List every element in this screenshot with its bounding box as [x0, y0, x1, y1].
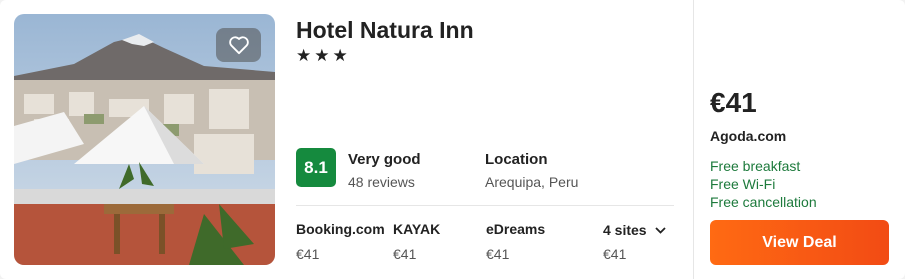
- rating-label: Very good: [348, 151, 421, 168]
- more-sites-toggle[interactable]: 4 sites: [603, 222, 666, 238]
- view-deal-button[interactable]: View Deal: [710, 220, 889, 265]
- location-label: Location: [485, 151, 548, 168]
- best-price: €41: [710, 87, 757, 118]
- site-name-booking[interactable]: Booking.com: [296, 221, 385, 237]
- favorite-button[interactable]: [216, 28, 261, 62]
- hotel-name[interactable]: Hotel Natura Inn: [296, 17, 474, 44]
- site-name-edreams[interactable]: eDreams: [486, 221, 545, 237]
- divider: [296, 205, 674, 206]
- site-price-edreams[interactable]: €41: [486, 246, 509, 262]
- rating-score-badge: 8.1: [296, 148, 336, 187]
- perk-wifi: Free Wi-Fi: [710, 176, 776, 192]
- perk-breakfast: Free breakfast: [710, 158, 801, 174]
- site-price-booking[interactable]: €41: [296, 246, 319, 262]
- heart-outline-icon: [228, 36, 249, 55]
- column-divider: [693, 0, 694, 279]
- location-value: Arequipa, Peru: [485, 174, 579, 190]
- deal-provider: Agoda.com: [710, 128, 787, 144]
- site-price-kayak[interactable]: €41: [393, 246, 416, 262]
- chevron-down-icon: [654, 226, 666, 234]
- site-name-kayak[interactable]: KAYAK: [393, 221, 440, 237]
- star-rating: ★★★: [296, 46, 351, 65]
- review-count[interactable]: 48 reviews: [348, 174, 415, 190]
- more-sites-label: 4 sites: [603, 222, 647, 238]
- perk-cancellation: Free cancellation: [710, 194, 817, 210]
- hotel-result-card: Hotel Natura Inn ★★★ 8.1 Very good 48 re…: [0, 0, 905, 279]
- site-price-more[interactable]: €41: [603, 246, 626, 262]
